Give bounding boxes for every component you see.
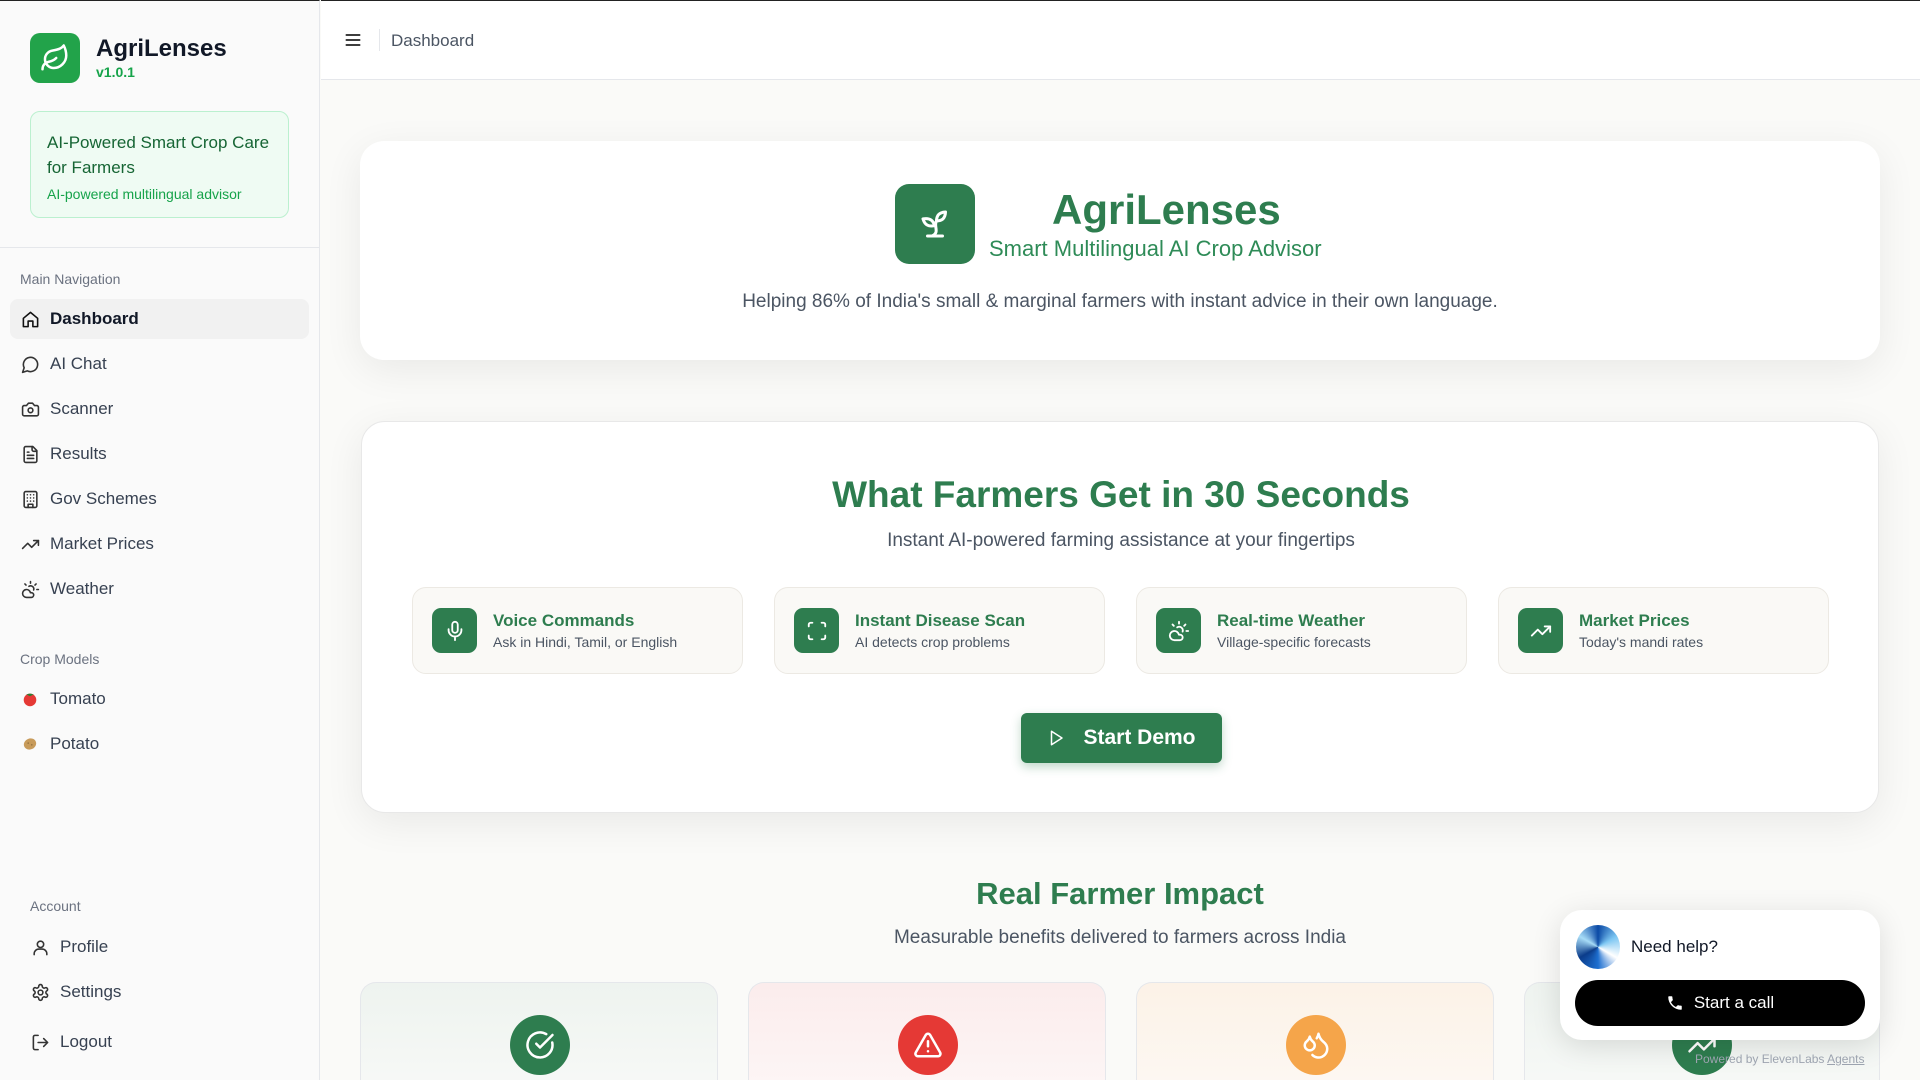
impact-card-water (1136, 982, 1494, 1080)
feature-name: Real-time Weather (1217, 610, 1366, 630)
phone-icon (1666, 994, 1684, 1012)
sidebar-item-label: Dashboard (50, 309, 139, 328)
sidebar-item-scanner[interactable]: Scanner (10, 389, 309, 429)
impact-card-alert (748, 982, 1106, 1080)
droplets-icon (1286, 1015, 1346, 1075)
promo-subtitle: AI-powered multilingual advisor (47, 186, 242, 202)
sidebar-item-gov-schemes[interactable]: Gov Schemes (10, 479, 309, 519)
sidebar-item-label: Results (50, 444, 107, 463)
potato-icon (20, 734, 40, 754)
features-title: What Farmers Get in 30 Seconds (832, 474, 1410, 515)
sidebar-item-label: AI Chat (50, 354, 107, 373)
sidebar-item-label: Potato (50, 734, 100, 753)
sidebar-divider (0, 247, 320, 248)
main-nav-heading: Main Navigation (20, 271, 121, 287)
sprout-icon (895, 184, 975, 264)
alert-triangle-icon (898, 1015, 958, 1075)
sidebar-item-tomato[interactable]: Tomato (10, 679, 309, 719)
features-subtitle: Instant AI-powered farming assistance at… (887, 530, 1355, 551)
tomato-icon (20, 689, 40, 709)
powered-link[interactable]: Agents (1827, 1052, 1864, 1066)
user-icon (30, 937, 50, 957)
sidebar-item-ai-chat[interactable]: AI Chat (10, 344, 309, 384)
powered-by: Powered by ElevenLabs Agents (1695, 1052, 1864, 1066)
leaf-icon (30, 33, 80, 83)
sidebar-item-dashboard[interactable]: Dashboard (10, 299, 309, 339)
feature-name: Instant Disease Scan (855, 610, 1026, 630)
scan-icon (794, 608, 839, 653)
weather-icon (20, 579, 40, 599)
feature-desc: Ask in Hindi, Tamil, or English (493, 633, 678, 650)
gear-icon (30, 982, 50, 1002)
hero-title: AgriLenses (1052, 186, 1281, 233)
hamburger-icon[interactable] (341, 28, 365, 52)
sidebar-item-label: Logout (60, 1032, 112, 1051)
camera-icon (20, 399, 40, 419)
start-demo-button[interactable]: Start Demo (1021, 713, 1222, 763)
sidebar-item-label: Market Prices (50, 534, 154, 553)
weather-icon (1156, 608, 1201, 653)
home-icon (20, 309, 40, 329)
sidebar-item-potato[interactable]: Potato (10, 724, 309, 764)
feature-desc: AI detects crop problems (855, 633, 1010, 650)
logout-icon (30, 1032, 50, 1052)
sidebar-item-logout[interactable]: Logout (20, 1022, 309, 1062)
sidebar-item-market-prices[interactable]: Market Prices (10, 524, 309, 564)
trending-up-icon (20, 534, 40, 554)
sidebar-item-results[interactable]: Results (10, 434, 309, 474)
building-icon (20, 489, 40, 509)
sidebar-item-weather[interactable]: Weather (10, 569, 309, 609)
start-demo-label: Start Demo (1083, 726, 1196, 749)
help-widget: Need help? Start a call (1560, 910, 1880, 1040)
sidebar-item-profile[interactable]: Profile (20, 927, 309, 967)
sidebar-item-label: Tomato (50, 689, 106, 708)
trending-up-icon (1518, 608, 1563, 653)
brand-name: AgriLenses (96, 35, 227, 62)
breadcrumb: Dashboard (391, 31, 475, 50)
topbar: Dashboard (321, 0, 1920, 80)
features-card: What Farmers Get in 30 Seconds Instant A… (361, 421, 1879, 813)
feature-card-market-prices[interactable]: Market Prices Today's mandi rates (1498, 587, 1829, 674)
sidebar-item-label: Gov Schemes (50, 489, 157, 508)
sidebar-item-label: Settings (60, 982, 122, 1001)
promo-title: AI-Powered Smart Crop Care for Farmers (47, 133, 270, 177)
sidebar-item-label: Scanner (50, 399, 114, 418)
chat-icon (20, 354, 40, 374)
impact-title: Real Farmer Impact (976, 876, 1264, 911)
start-call-button[interactable]: Start a call (1575, 980, 1865, 1026)
brand-version: v1.0.1 (96, 64, 135, 80)
feature-name: Market Prices (1579, 610, 1690, 630)
sidebar-item-label: Profile (60, 937, 109, 956)
assistant-orb-icon (1576, 925, 1620, 969)
document-icon (20, 444, 40, 464)
start-call-label: Start a call (1693, 993, 1775, 1012)
feature-desc: Village-specific forecasts (1217, 633, 1371, 650)
sidebar: AgriLenses v1.0.1 AI-Powered Smart Crop … (0, 0, 320, 1080)
feature-card-voice[interactable]: Voice Commands Ask in Hindi, Tamil, or E… (412, 587, 743, 674)
feature-card-weather[interactable]: Real-time Weather Village-specific forec… (1136, 587, 1467, 674)
feature-card-disease-scan[interactable]: Instant Disease Scan AI detects crop pro… (774, 587, 1105, 674)
account-heading: Account (30, 898, 81, 914)
breadcrumb-separator (379, 29, 380, 51)
sidebar-item-label: Weather (50, 579, 114, 598)
promo-card: AI-Powered Smart Crop Care for Farmers A… (30, 111, 289, 218)
sidebar-item-settings[interactable]: Settings (20, 972, 309, 1012)
check-circle-icon (510, 1015, 570, 1075)
help-title: Need help? (1631, 937, 1718, 956)
powered-prefix: Powered by ElevenLabs (1695, 1052, 1825, 1066)
crop-models-heading: Crop Models (20, 651, 100, 667)
brand[interactable]: AgriLenses v1.0.1 (30, 33, 227, 83)
feature-desc: Today's mandi rates (1579, 633, 1704, 650)
hero-subtitle: Smart Multilingual AI Crop Advisor (989, 236, 1322, 261)
impact-card-success (360, 982, 718, 1080)
microphone-icon (432, 608, 477, 653)
hero-card: AgriLenses Smart Multilingual AI Crop Ad… (360, 141, 1880, 360)
feature-name: Voice Commands (493, 610, 635, 630)
play-icon (1047, 729, 1065, 747)
hero-description: Helping 86% of India's small & marginal … (742, 291, 1498, 312)
